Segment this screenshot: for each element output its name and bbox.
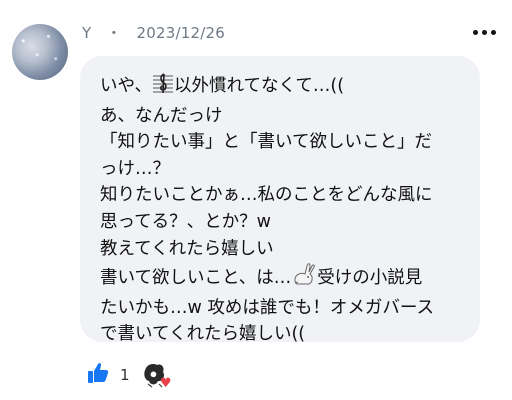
heart-icon: ♥: [159, 376, 172, 391]
comment-line: あ、なんだっけ: [100, 105, 223, 126]
music-staff-icon: [152, 72, 174, 103]
comment-line: 教えてくれたら嬉しい: [100, 238, 274, 259]
more-dot-icon: [482, 30, 487, 35]
comment-card: Y ・ 2023/12/26 いや、 以外慣れてなくて…(( あ、なんだっけ 「知…: [0, 0, 512, 400]
comment-line: 知りたいことかぁ…私のことをどんな風に: [100, 185, 433, 206]
reactor-avatar-icon[interactable]: ♥: [141, 362, 172, 390]
meta-separator: ・: [106, 24, 122, 42]
comment-line: 思ってる？、とか？w: [100, 211, 271, 232]
more-dot-icon: [473, 30, 478, 35]
comment-line: 書いて欲しいこと、は… 受けの小説見: [100, 262, 466, 295]
comment-line: で書いてくれたら嬉しい((: [100, 324, 306, 345]
comment-meta: Y ・ 2023/12/26: [82, 22, 225, 43]
more-options-button[interactable]: [469, 24, 500, 41]
comment-line: たいかも…w 攻めは誰でも！オメガバース: [100, 297, 434, 318]
comment-line: いや、 以外慣れてなくて…((: [100, 72, 466, 103]
avatar-sky-image: [12, 24, 68, 80]
comment-date[interactable]: 2023/12/26: [137, 24, 225, 42]
like-count[interactable]: 1: [120, 366, 130, 384]
more-dot-icon: [491, 30, 496, 35]
thumbs-up-icon[interactable]: [86, 361, 110, 389]
user-avatar[interactable]: [12, 24, 68, 80]
comment-line: 「知りたい事」と「書いて欲しいこと」だ: [100, 132, 432, 153]
comment-bubble: いや、 以外慣れてなくて…(( あ、なんだっけ 「知りたい事」と「書いて欲しいこと…: [80, 56, 480, 344]
rabbit-icon: [291, 262, 317, 295]
author-name[interactable]: Y: [82, 24, 91, 42]
comment-line: っけ…？: [100, 158, 170, 179]
reactions-bar[interactable]: 1 ♥: [86, 360, 172, 390]
